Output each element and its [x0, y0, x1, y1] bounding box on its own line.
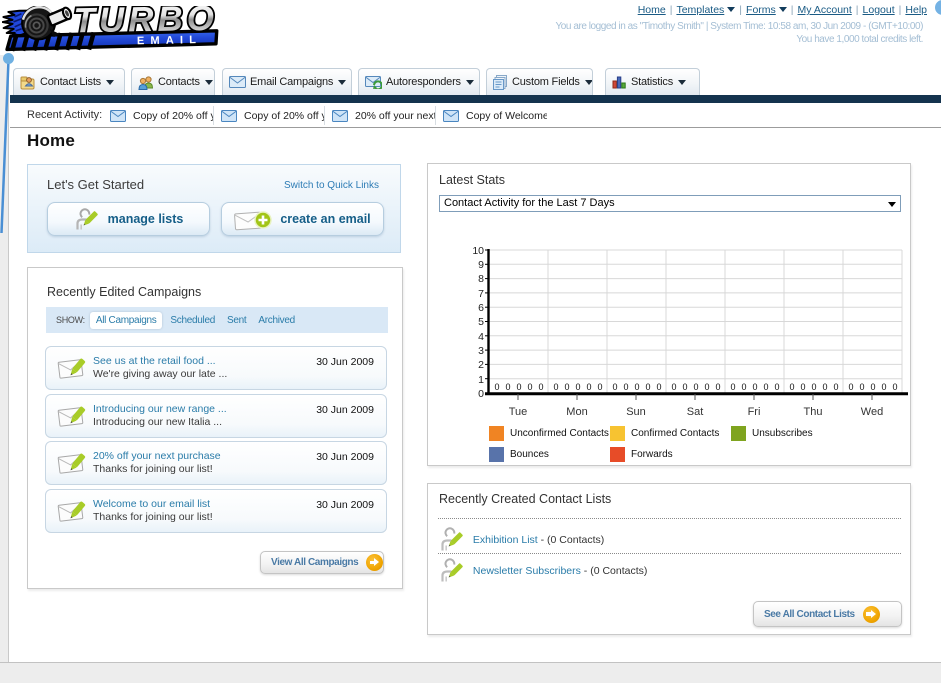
svg-text:0: 0 [564, 382, 569, 392]
svg-text:0: 0 [763, 382, 768, 392]
svg-text:0: 0 [505, 382, 510, 392]
svg-text:0: 0 [892, 382, 897, 392]
svg-text:0: 0 [870, 382, 875, 392]
svg-text:0: 0 [597, 382, 602, 392]
svg-text:0: 0 [752, 382, 757, 392]
svg-text:0: 0 [682, 382, 687, 392]
svg-text:0: 0 [538, 382, 543, 392]
svg-text:0: 0 [833, 382, 838, 392]
svg-text:0: 0 [704, 382, 709, 392]
svg-text:Thu: Thu [804, 406, 823, 418]
svg-text:0: 0 [575, 382, 580, 392]
svg-text:0: 0 [811, 382, 816, 392]
svg-text:TURBO: TURBO [73, 6, 218, 40]
svg-text:0: 0 [656, 382, 661, 392]
svg-text:0: 0 [586, 382, 591, 392]
svg-text:0: 0 [553, 382, 558, 392]
svg-text:Fri: Fri [748, 406, 761, 418]
svg-text:4: 4 [478, 331, 484, 343]
svg-text:0: 0 [516, 382, 521, 392]
svg-text:0: 0 [730, 382, 735, 392]
svg-text:Sat: Sat [687, 406, 704, 418]
svg-text:0: 0 [693, 382, 698, 392]
svg-text:0: 0 [494, 382, 499, 392]
svg-text:0: 0 [774, 382, 779, 392]
svg-text:0: 0 [478, 388, 484, 400]
svg-text:6: 6 [478, 302, 484, 314]
svg-text:7: 7 [478, 288, 484, 300]
svg-text:0: 0 [645, 382, 650, 392]
svg-text:0: 0 [881, 382, 886, 392]
svg-text:Tue: Tue [509, 406, 528, 418]
svg-text:0: 0 [623, 382, 628, 392]
svg-text:0: 0 [848, 382, 853, 392]
svg-text:Wed: Wed [861, 406, 883, 418]
svg-text:2: 2 [478, 359, 484, 371]
svg-text:0: 0 [789, 382, 794, 392]
svg-text:0: 0 [671, 382, 676, 392]
svg-text:0: 0 [715, 382, 720, 392]
svg-text:1: 1 [478, 374, 484, 386]
svg-text:8: 8 [478, 273, 484, 285]
svg-text:10: 10 [472, 245, 484, 257]
svg-text:0: 0 [527, 382, 532, 392]
svg-text:0: 0 [741, 382, 746, 392]
svg-text:5: 5 [478, 316, 484, 328]
svg-text:0: 0 [859, 382, 864, 392]
svg-text:Mon: Mon [566, 406, 587, 418]
svg-text:0: 0 [612, 382, 617, 392]
svg-text:0: 0 [800, 382, 805, 392]
svg-text:0: 0 [822, 382, 827, 392]
svg-text:3: 3 [478, 345, 484, 357]
svg-text:0: 0 [634, 382, 639, 392]
svg-text:Sun: Sun [626, 406, 646, 418]
svg-text:9: 9 [478, 259, 484, 271]
